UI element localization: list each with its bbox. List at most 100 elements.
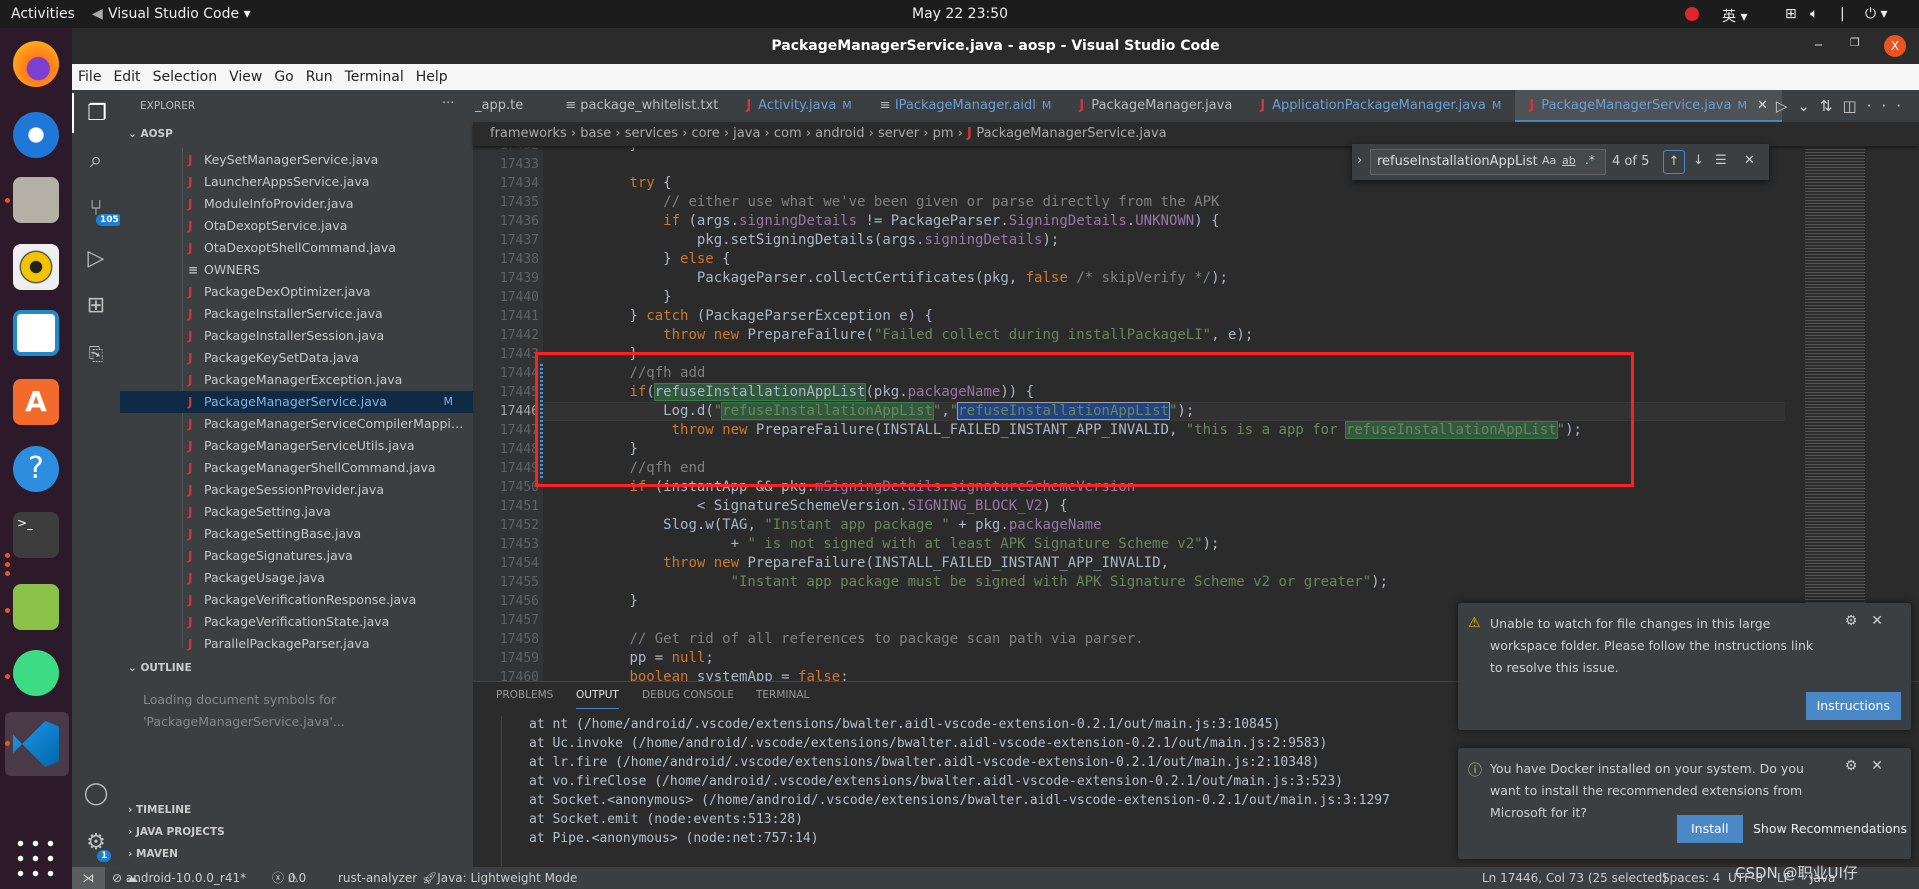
compare-icon[interactable]: ⇅	[1820, 97, 1843, 115]
file-item[interactable]: J OtaDexoptShellCommand.java	[120, 237, 473, 259]
close-find-button[interactable]: ✕	[1744, 153, 1755, 168]
file-item[interactable]: J PackageVerificationState.java	[120, 611, 473, 633]
menu-file[interactable]: File	[78, 69, 101, 85]
tab-packagemanagerservice-java[interactable]: J PackageManagerService.java M ✕	[1515, 90, 1782, 122]
explorer-more-button[interactable]: ···	[442, 96, 454, 111]
files-icon[interactable]	[13, 177, 59, 223]
code-line[interactable]: // Get rid of all references to package …	[562, 630, 1143, 649]
code-line[interactable]: + " is not signed with at least APK Sign…	[562, 535, 1220, 554]
code-line[interactable]: }	[562, 146, 637, 155]
code-line[interactable]: }	[562, 288, 671, 307]
show-recommendations-button[interactable]: Show Recommendations	[1753, 815, 1907, 843]
tab-terminal[interactable]: TERMINAL	[756, 682, 809, 709]
branch-indicator[interactable]: ⊘ android-10.0.0_r41* ☁	[112, 867, 246, 889]
code-line[interactable]: }	[562, 592, 637, 611]
notification-close-icon[interactable]: ✕	[1871, 613, 1897, 629]
microphone-icon[interactable]: |	[1840, 6, 1845, 22]
notification-settings-icon[interactable]: ⚙	[1845, 613, 1872, 629]
tab--app-te[interactable]: _app.te	[473, 90, 551, 122]
remote-explorer-icon[interactable]: ⎘	[72, 334, 120, 374]
help-icon[interactable]: ?	[13, 446, 59, 492]
maven-section[interactable]: › MAVEN	[128, 848, 178, 860]
code-line[interactable]: try {	[562, 174, 671, 193]
indentation[interactable]: Spaces: 4	[1662, 867, 1720, 889]
cursor-position[interactable]: Ln 17446, Col 73 (25 selected)	[1482, 867, 1667, 889]
file-item[interactable]: J PackageInstallerSession.java	[120, 325, 473, 347]
code-line[interactable]: pkg.setSigningDetails(args.signingDetail…	[562, 231, 1060, 250]
install-button[interactable]: Install	[1677, 815, 1743, 843]
input-method-indicator[interactable]: 英 ▾	[1722, 6, 1747, 26]
breadcrumb-item[interactable]: base	[580, 126, 611, 141]
file-item[interactable]: J PackageKeySetData.java	[120, 347, 473, 369]
match-case-toggle[interactable]: Aa	[1542, 154, 1556, 167]
power-icon[interactable]: ⏻ ▾	[1865, 6, 1888, 22]
tab-debug-console[interactable]: DEBUG CONSOLE	[642, 682, 734, 709]
code-line[interactable]: throw new PrepareFailure(INSTALL_FAILED_…	[562, 554, 1169, 573]
volume-icon[interactable]: 🔈︎	[1810, 6, 1818, 22]
instructions-button[interactable]: Instructions	[1805, 692, 1901, 720]
activities-button[interactable]: Activities	[11, 6, 75, 22]
menu-edit[interactable]: Edit	[113, 69, 140, 85]
app-grid-icon[interactable]	[13, 836, 59, 882]
minimize-button[interactable]: _	[1815, 30, 1822, 46]
clock[interactable]: May 22 23:50	[912, 6, 1008, 22]
previous-match-button[interactable]: ↑	[1663, 150, 1685, 174]
file-item[interactable]: J PackageDexOptimizer.java	[120, 281, 473, 303]
more-actions-icon[interactable]: ···	[1867, 97, 1911, 115]
file-item[interactable]: J PackageSessionProvider.java	[120, 479, 473, 501]
file-item[interactable]: J ParallelPackageParser.java	[120, 633, 473, 655]
tab-packagemanager-java[interactable]: J PackageManager.java	[1065, 90, 1246, 122]
code-line[interactable]: } else {	[562, 250, 730, 269]
file-item[interactable]: J ModuleInfoProvider.java	[120, 193, 473, 215]
code-line[interactable]: } catch (PackageParserException e) {	[562, 307, 933, 326]
code-line[interactable]: < SignatureSchemeVersion.SIGNING_BLOCK_V…	[562, 497, 1068, 516]
regex-toggle[interactable]: .*	[1585, 153, 1595, 167]
timeline-section[interactable]: › TIMELINE	[128, 804, 191, 816]
menu-selection[interactable]: Selection	[153, 69, 218, 85]
breadcrumb-item[interactable]: server	[878, 126, 919, 141]
account-icon[interactable]: ◯	[72, 773, 120, 813]
menu-run[interactable]: Run	[306, 69, 333, 85]
java-status[interactable]: 🚀︎ Java: Lightweight Mode	[422, 867, 577, 889]
code-line[interactable]: boolean systemApp = false;	[562, 668, 848, 681]
outline-section[interactable]: ⌄ OUTLINE	[128, 662, 192, 674]
file-item[interactable]: J PackageSignatures.java	[120, 545, 473, 567]
android-studio-icon[interactable]	[13, 650, 59, 696]
menu-help[interactable]: Help	[416, 69, 448, 85]
code-line[interactable]: pp = null;	[562, 649, 713, 668]
file-item[interactable]: J PackageManagerServiceUtils.java	[120, 435, 473, 457]
tab-applicationpackagemanager-java[interactable]: J ApplicationPackageManager.java M	[1246, 90, 1515, 122]
file-item[interactable]: J LauncherAppsService.java	[120, 171, 473, 193]
breadcrumb-item[interactable]: PackageManagerService.java	[976, 126, 1166, 141]
android-emulator-icon[interactable]	[13, 584, 59, 630]
extensions-icon[interactable]: ⊞	[72, 285, 120, 325]
tab-ipackagemanager-aidl[interactable]: ≡ IPackageManager.aidl M	[866, 90, 1066, 122]
whole-word-toggle[interactable]: ab	[1562, 154, 1576, 167]
network-icon[interactable]: ⊞	[1785, 6, 1797, 22]
thunderbird-icon[interactable]	[13, 112, 59, 158]
libreoffice-writer-icon[interactable]	[13, 310, 59, 356]
code-line[interactable]: throw new PrepareFailure("Failed collect…	[562, 326, 1253, 345]
rust-analyzer-status[interactable]: rust-analyzer	[338, 867, 417, 889]
split-editor-icon[interactable]: ◫	[1843, 97, 1867, 115]
workspace-root-aosp[interactable]: ⌄ AOSP	[128, 128, 173, 140]
notification-close-icon[interactable]: ✕	[1871, 758, 1897, 774]
file-item[interactable]: J PackageInstallerService.java	[120, 303, 473, 325]
firefox-icon[interactable]	[13, 41, 59, 87]
code-line[interactable]: Slog. w(TAG, "Instant app package " + pkg…	[562, 516, 1101, 535]
file-item[interactable]: J PackageSetting.java	[120, 501, 473, 523]
java-projects-section[interactable]: › JAVA PROJECTS	[128, 826, 225, 838]
toggle-replace-icon[interactable]: ›	[1357, 153, 1362, 168]
next-match-button[interactable]: ↓	[1693, 153, 1704, 168]
menu-view[interactable]: View	[229, 69, 262, 85]
code-line[interactable]: PackageParser.collectCertificates(pkg, f…	[562, 269, 1228, 288]
breadcrumb-item[interactable]: com	[774, 126, 802, 141]
restore-button[interactable]: ❐	[1850, 36, 1860, 49]
file-item[interactable]: J PackageManagerServiceCompilerMapping.ja…	[120, 413, 473, 435]
problems-indicator[interactable]: ⓧ 0 ⚠ 0	[272, 867, 306, 889]
explorer-icon[interactable]: ❐	[72, 93, 120, 133]
run-debug-icon[interactable]: ▷	[72, 238, 120, 278]
file-item[interactable]: J PackageVerificationResponse.java	[120, 589, 473, 611]
file-item[interactable]: J PackageManagerShellCommand.java	[120, 457, 473, 479]
settings-gear-icon[interactable]: ⚙	[72, 822, 120, 862]
